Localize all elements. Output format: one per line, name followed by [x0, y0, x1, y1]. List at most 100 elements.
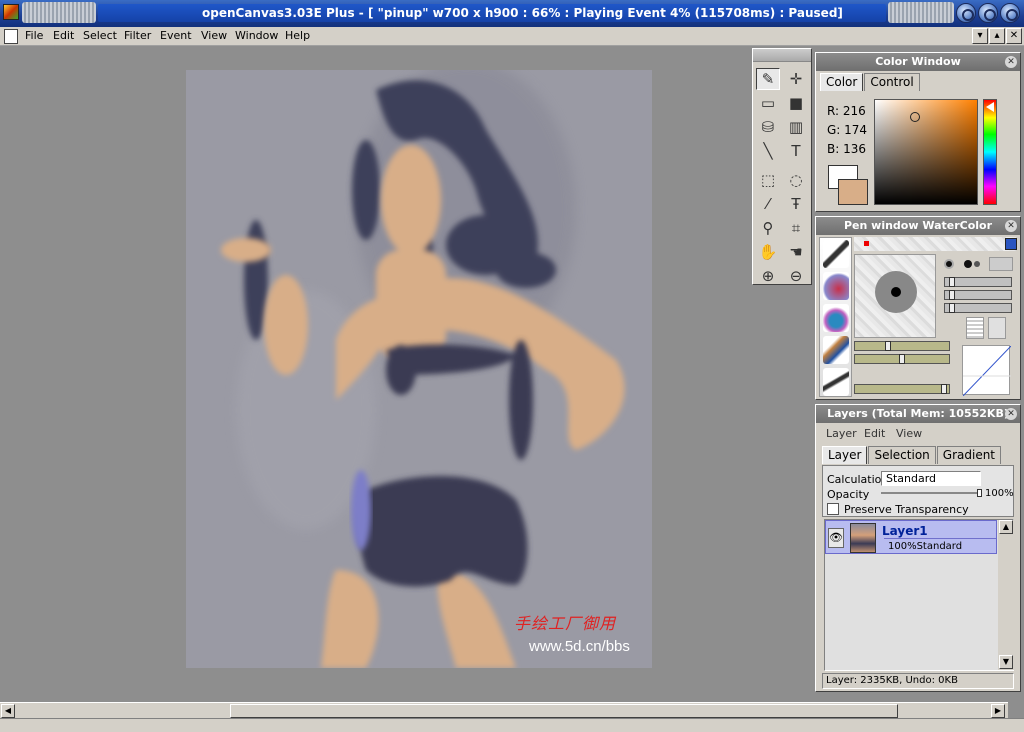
rect-select-icon[interactable]: ⬚ — [756, 169, 780, 191]
pen-slider-1[interactable] — [944, 277, 1012, 287]
scroll-up-icon[interactable]: ▲ — [999, 520, 1013, 534]
fill-rect-icon[interactable]: ■ — [784, 92, 808, 114]
save-pen-icon[interactable] — [1005, 238, 1017, 250]
hue-slider[interactable] — [983, 99, 997, 205]
layer-status: Layer: 2335KB, Undo: 0KB — [822, 673, 1014, 689]
brush-shape-options[interactable] — [944, 257, 1014, 271]
brush-density-slider[interactable] — [854, 354, 950, 364]
minimize-button[interactable] — [956, 3, 976, 23]
move-icon[interactable]: ✛ — [784, 68, 808, 90]
mdi-restore-icon[interactable]: ▴ — [989, 28, 1005, 44]
pen-size-ruler[interactable] — [854, 237, 1016, 251]
layers-window-titlebar[interactable]: Layers (Total Mem: 10552KB) ✕ — [816, 405, 1020, 423]
opacity-slider[interactable] — [881, 489, 982, 497]
layers-window-close-icon[interactable]: ✕ — [1005, 408, 1017, 420]
layers-menu-layer[interactable]: Layer — [826, 427, 857, 440]
pen-slider-2[interactable] — [944, 290, 1012, 300]
layers-menu-view[interactable]: View — [896, 427, 922, 440]
pen-window-close-icon[interactable]: ✕ — [1005, 220, 1017, 232]
app-icon[interactable] — [3, 4, 19, 20]
brush-icon[interactable] — [823, 336, 849, 364]
menu-select[interactable]: Select — [83, 29, 117, 43]
eyedropper-icon[interactable]: ⚲ — [756, 217, 780, 239]
gradient-icon[interactable]: ▥ — [784, 116, 808, 138]
airbrush-icon[interactable] — [823, 368, 849, 396]
magic-wand-icon[interactable]: ⁄ — [756, 193, 780, 215]
texture-blank[interactable] — [988, 317, 1006, 339]
text-icon[interactable]: T — [784, 140, 808, 162]
brush-size-slider[interactable] — [854, 341, 950, 351]
pen-window-title: Pen window WaterColor — [843, 219, 993, 232]
zoom-out-icon[interactable]: ⊖ — [784, 265, 808, 287]
color-window-titlebar[interactable]: Color Window ✕ — [816, 53, 1020, 71]
text-select-icon[interactable]: Ŧ — [784, 193, 808, 215]
texture-swatch[interactable] — [966, 317, 984, 339]
menu-edit[interactable]: Edit — [53, 29, 74, 43]
color-window-close-icon[interactable]: ✕ — [1005, 56, 1017, 68]
blur-drop-icon[interactable] — [823, 304, 849, 332]
red-value: R: 216 — [827, 104, 866, 118]
menu-filter[interactable]: Filter — [124, 29, 151, 43]
layer-row[interactable]: 👁 Layer1 100%Standard — [825, 520, 997, 554]
color-picker-cursor[interactable] — [910, 112, 920, 122]
menu-file[interactable]: File — [25, 29, 43, 43]
saturation-value-picker[interactable] — [874, 99, 978, 205]
zoom-in-icon[interactable]: ⊕ — [756, 265, 780, 287]
pressure-curve-graph[interactable] — [962, 345, 1012, 397]
eye-icon[interactable]: 👁 — [828, 528, 844, 548]
tab-color[interactable]: Color — [820, 73, 864, 91]
lasso-icon[interactable]: ◌ — [784, 169, 808, 191]
tab-selection[interactable]: Selection — [868, 446, 936, 464]
horizontal-scroll-thumb[interactable] — [230, 704, 898, 718]
horizontal-scrollbar[interactable]: ◀ ▶ — [0, 702, 1008, 718]
secondary-color-swatch[interactable] — [838, 179, 868, 205]
hue-arrow-icon[interactable] — [986, 102, 994, 112]
color-window: Color Window ✕ Color Control R: 216 G: 1… — [815, 52, 1021, 212]
menu-view[interactable]: View — [201, 29, 227, 43]
painting-canvas[interactable]: 手绘工厂御用 www.5d.cn/bbs — [186, 70, 652, 668]
scroll-left-icon[interactable]: ◀ — [1, 704, 15, 718]
tool-palette: ✎ ✛ ▭ ■ ⛁ ▥ ╲ T ⬚ ◌ ⁄ Ŧ ⚲ ⌗ ✋ ☚ ⊕ ⊖ — [752, 48, 812, 285]
calculation-dropdown[interactable]: Standard — [881, 471, 981, 486]
line-icon[interactable]: ╲ — [756, 140, 780, 162]
pen-window-titlebar[interactable]: Pen window WaterColor ✕ — [816, 217, 1020, 235]
calculation-label: Calculation — [827, 473, 889, 486]
mdi-minimize-icon[interactable]: ▾ — [972, 28, 988, 44]
layers-window: Layers (Total Mem: 10552KB) ✕ Layer Edit… — [815, 404, 1021, 692]
eraser-icon[interactable]: ▭ — [756, 92, 780, 114]
menu-event[interactable]: Event — [160, 29, 192, 43]
menu-help[interactable]: Help — [285, 29, 310, 43]
window-title: openCanvas3.03E Plus - [ "pinup" w700 x … — [98, 4, 886, 22]
status-bar — [0, 718, 1024, 732]
pen-window: Pen window WaterColor ✕ — [815, 216, 1021, 400]
brush-preview — [854, 254, 936, 338]
tab-layer[interactable]: Layer — [822, 446, 868, 464]
mdi-close-icon[interactable]: ✕ — [1006, 28, 1022, 44]
pen-tool-icon[interactable] — [823, 240, 849, 268]
watermark-chinese: 手绘工厂御用 — [514, 614, 617, 633]
hand-icon[interactable]: ✋ — [756, 241, 780, 263]
preserve-transparency-checkbox[interactable] — [827, 503, 839, 515]
rotate-hand-icon[interactable]: ☚ — [784, 241, 808, 263]
close-button[interactable] — [1000, 3, 1020, 23]
bucket-icon[interactable]: ⛁ — [756, 116, 780, 138]
tool-palette-titlebar[interactable] — [753, 49, 811, 62]
watermark-url: www.5d.cn/bbs — [529, 638, 630, 655]
scroll-right-icon[interactable]: ▶ — [991, 704, 1005, 718]
title-grip-right — [888, 2, 954, 23]
layers-window-title: Layers (Total Mem: 10552KB) — [827, 407, 1009, 420]
crop-icon[interactable]: ⌗ — [784, 217, 808, 239]
preserve-transparency-label: Preserve Transparency — [844, 503, 969, 516]
watercolor-brush-icon[interactable] — [823, 272, 849, 300]
pen-slider-3[interactable] — [944, 303, 1012, 313]
document-icon[interactable] — [4, 29, 18, 44]
layers-menu-edit[interactable]: Edit — [864, 427, 885, 440]
brush-hardness-slider[interactable] — [854, 384, 950, 394]
tab-gradient[interactable]: Gradient — [936, 446, 1002, 464]
pen-icon[interactable]: ✎ — [756, 68, 780, 90]
scroll-down-icon[interactable]: ▼ — [999, 655, 1013, 669]
maximize-button[interactable] — [978, 3, 998, 23]
layer-list-scrollbar[interactable]: ▲ ▼ — [998, 520, 1014, 670]
menu-window[interactable]: Window — [235, 29, 278, 43]
tab-control[interactable]: Control — [864, 73, 920, 91]
